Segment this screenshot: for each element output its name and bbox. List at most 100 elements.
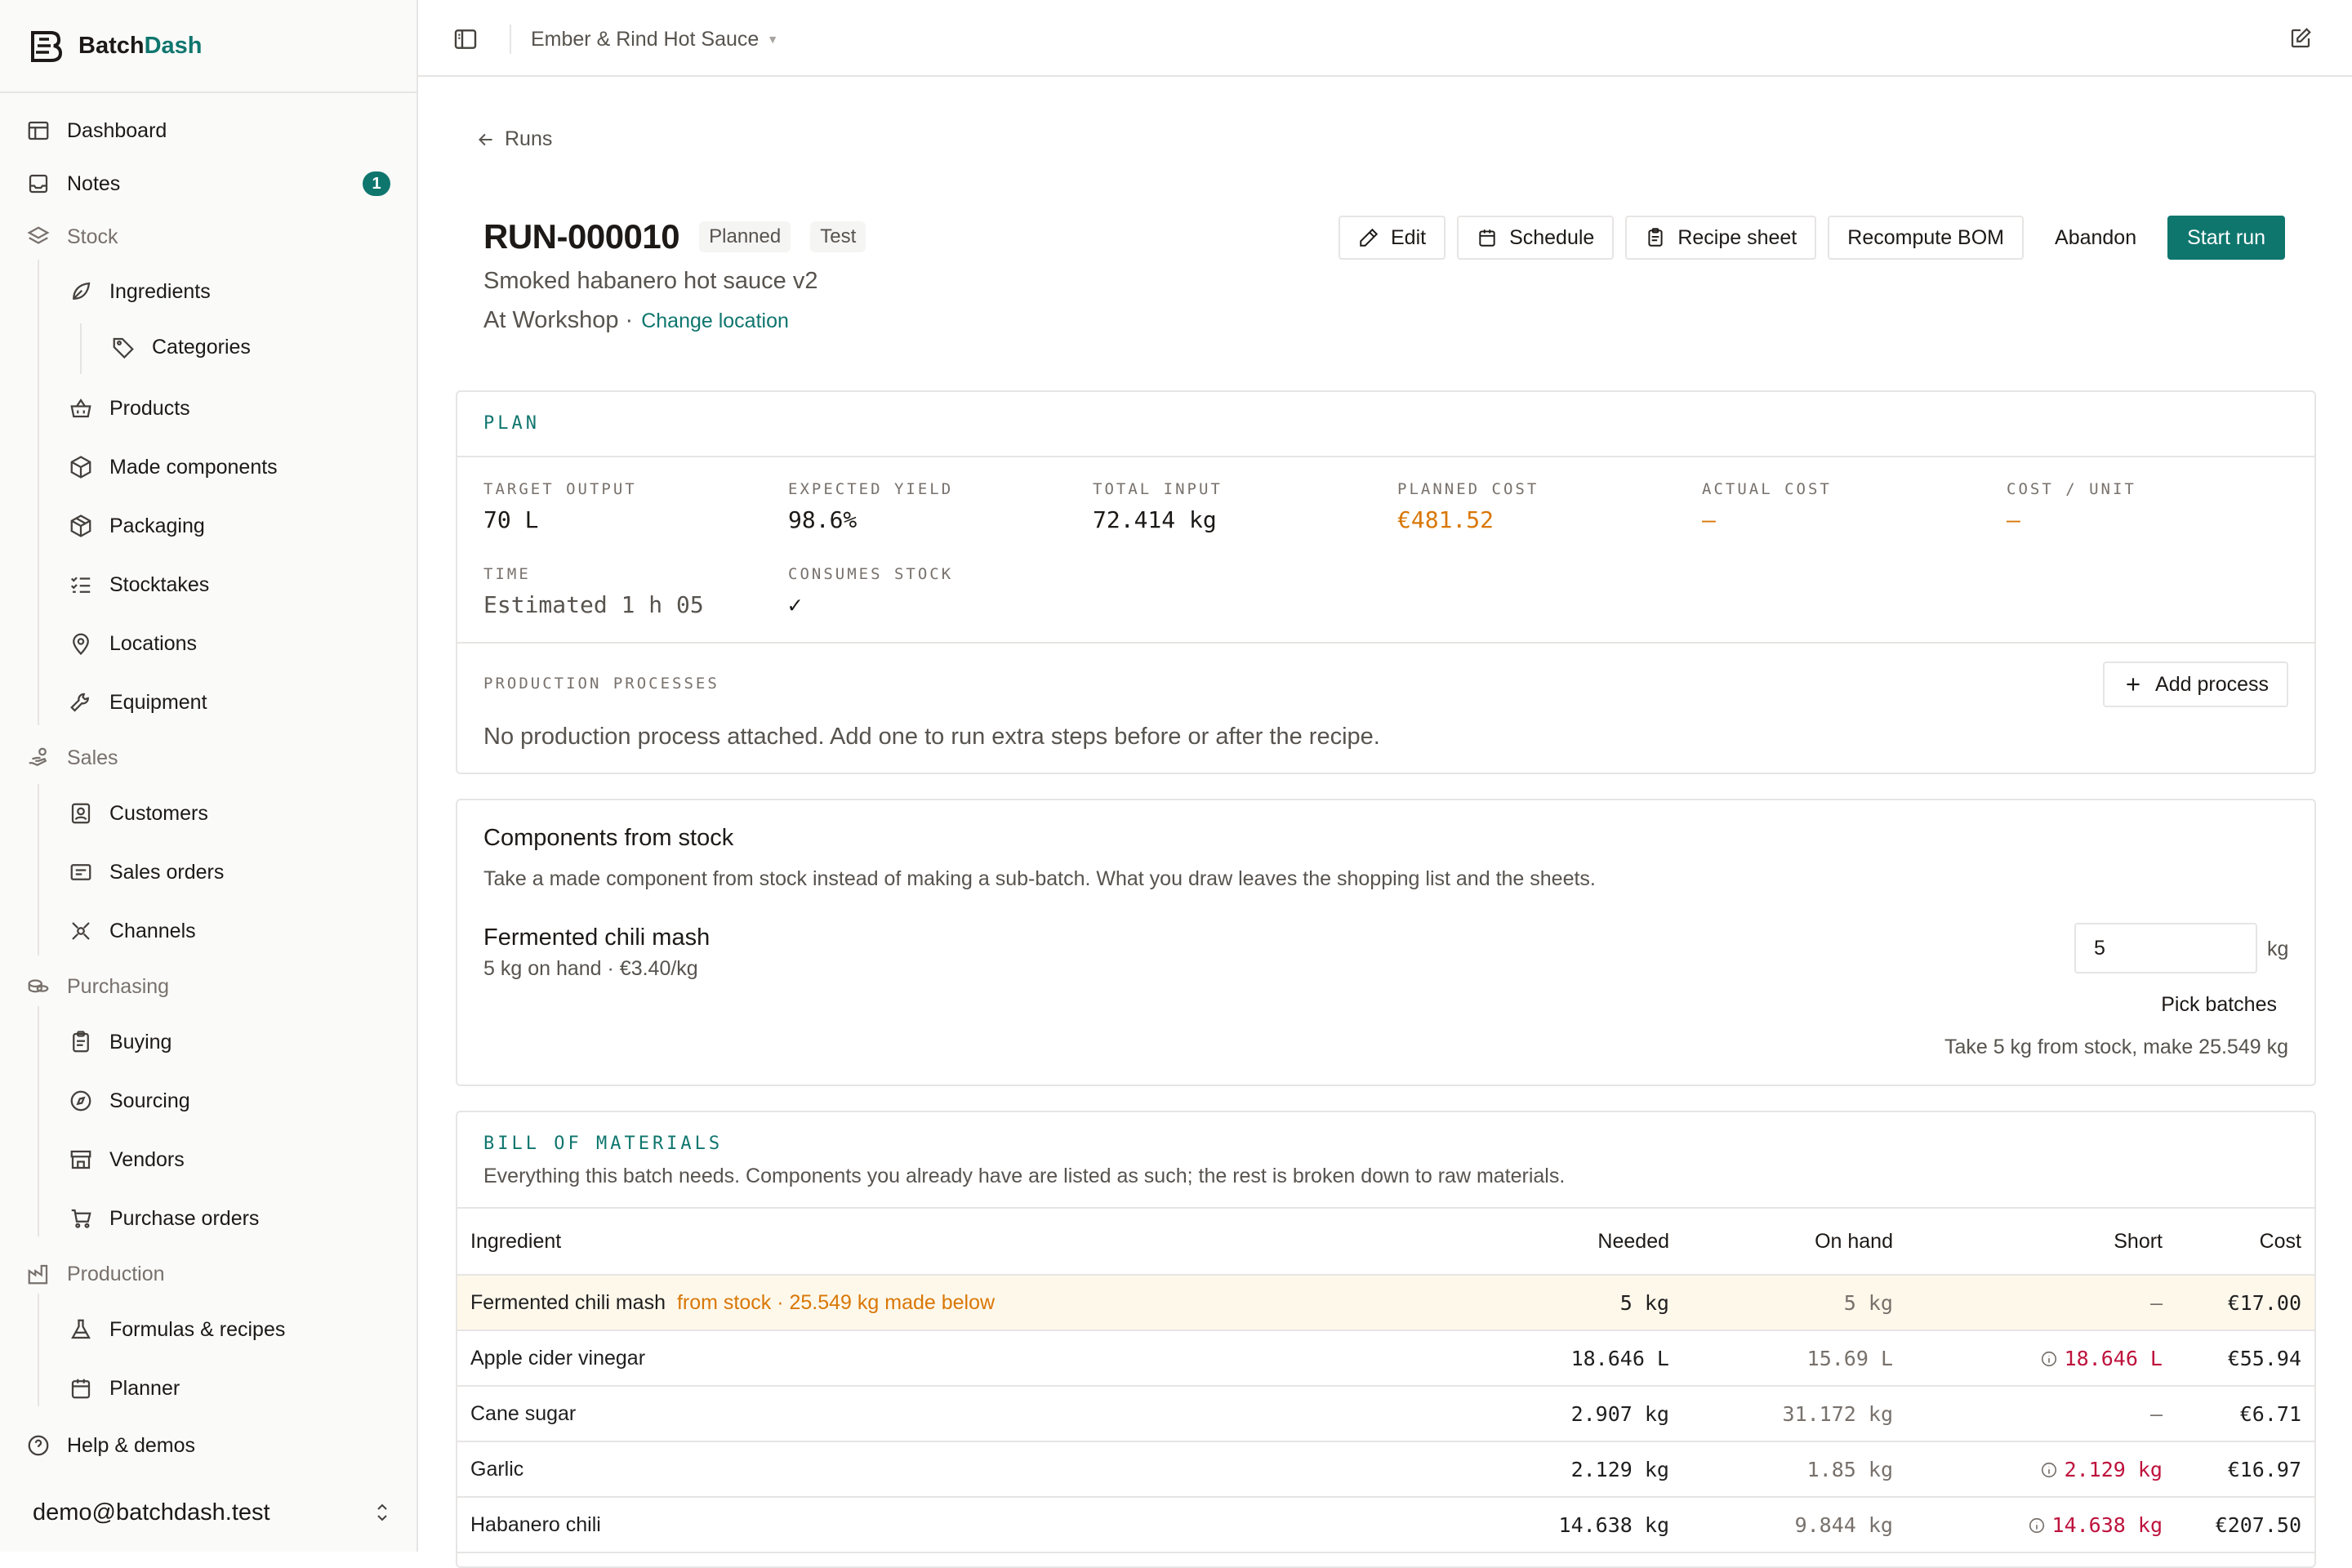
workspace-switcher[interactable]: Ember & Rind Hot Sauce ▼ bbox=[531, 24, 778, 54]
contact-icon bbox=[69, 801, 93, 826]
column-header-on-hand[interactable]: On hand bbox=[1682, 1207, 1906, 1276]
pick-batches-link[interactable]: Pick batches bbox=[2161, 993, 2277, 1017]
sidebar-item-label: Stocktakes bbox=[109, 572, 210, 596]
sidebar-group-production[interactable]: Production bbox=[26, 1256, 165, 1292]
components-description: Take a made component from stock instead… bbox=[483, 867, 1596, 890]
column-header-cost[interactable]: Cost bbox=[2176, 1207, 2314, 1276]
sidebar-group-label: Purchasing bbox=[67, 974, 170, 998]
sidebar-item-products[interactable]: Products bbox=[69, 390, 190, 426]
table-row[interactable]: Habanero chili 14.638 kg 9.844 kg 14.638… bbox=[457, 1497, 2314, 1553]
stat-value: 70 L bbox=[483, 506, 539, 533]
edit-label: Edit bbox=[1390, 225, 1427, 249]
sidebar-item-ingredients[interactable]: Ingredients bbox=[69, 274, 211, 310]
processes-label: PRODUCTION PROCESSES bbox=[483, 675, 719, 693]
sidebar-item-label: Buying bbox=[109, 1030, 172, 1054]
table-row[interactable]: Fermented chili mash from stock · 25.549 … bbox=[457, 1275, 2314, 1331]
stat-label: TARGET OUTPUT bbox=[483, 480, 637, 498]
short-cell: 14.638 kg bbox=[1906, 1497, 2176, 1553]
account-email: demo@batchdash.test bbox=[33, 1499, 270, 1526]
sidebar-item-label: Planner bbox=[109, 1376, 180, 1400]
topbar: Ember & Rind Hot Sauce ▼ bbox=[418, 0, 2352, 77]
plus-icon bbox=[2127, 678, 2140, 691]
sidebar-toggle-icon[interactable] bbox=[452, 26, 479, 52]
back-to-runs-link[interactable]: Runs bbox=[475, 127, 552, 151]
edit-button[interactable]: Edit bbox=[1338, 216, 1446, 260]
info-icon bbox=[2041, 1351, 2056, 1366]
layers-icon bbox=[26, 225, 51, 249]
on-hand-cell: 1.85 kg bbox=[1682, 1441, 1906, 1498]
stat-consumes-stock: CONSUMES STOCK ✓ bbox=[788, 565, 953, 618]
component-quantity-input[interactable] bbox=[2074, 923, 2257, 973]
table-row[interactable]: Garlic 2.129 kg 1.85 kg 2.129 kg €16.97 bbox=[457, 1441, 2314, 1498]
sidebar-item-buying[interactable]: Buying bbox=[69, 1024, 172, 1060]
sidebar-item-locations[interactable]: Locations bbox=[69, 626, 197, 662]
sidebar-item-planner[interactable]: Planner bbox=[69, 1370, 180, 1406]
sidebar-group-stock[interactable]: Stock bbox=[26, 219, 118, 255]
schedule-button[interactable]: Schedule bbox=[1457, 216, 1615, 260]
account-switcher[interactable]: demo@batchdash.test bbox=[33, 1494, 392, 1530]
sidebar-item-channels[interactable]: Channels bbox=[69, 913, 196, 949]
table-row[interactable]: Apple cider vinegar 18.646 L 15.69 L 18.… bbox=[457, 1330, 2314, 1387]
short-cell: 18.646 L bbox=[1906, 1330, 2176, 1387]
sidebar-group-label: Sales bbox=[67, 746, 118, 769]
stat-label: PLANNED COST bbox=[1397, 480, 1539, 498]
needed-cell: 5 kg bbox=[1437, 1275, 1682, 1331]
map-pin-icon bbox=[69, 631, 93, 656]
chevrons-up-down-icon bbox=[377, 1503, 387, 1521]
cost-cell: €17.00 bbox=[2176, 1275, 2314, 1331]
abandon-label: Abandon bbox=[2055, 225, 2137, 249]
start-run-label: Start run bbox=[2187, 225, 2265, 249]
column-header-short[interactable]: Short bbox=[1906, 1207, 2176, 1276]
back-label: Runs bbox=[505, 127, 553, 150]
sidebar-item-label: Sales orders bbox=[109, 860, 225, 884]
sidebar-item-label: Sourcing bbox=[109, 1089, 190, 1112]
schedule-label: Schedule bbox=[1509, 225, 1595, 249]
sidebar-item-equipment[interactable]: Equipment bbox=[69, 684, 207, 720]
recompute-bom-button[interactable]: Recompute BOM bbox=[1828, 216, 2025, 260]
sidebar-item-customers[interactable]: Customers bbox=[69, 795, 208, 831]
column-header-ingredient[interactable]: Ingredient bbox=[457, 1207, 1437, 1276]
component-summary: Take 5 kg from stock, make 25.549 kg bbox=[1944, 1036, 2288, 1058]
brand[interactable]: BatchDash bbox=[28, 28, 203, 64]
change-location-link[interactable]: Change location bbox=[641, 310, 789, 333]
sidebar-item-sales-orders[interactable]: Sales orders bbox=[69, 854, 224, 890]
sidebar-item-purchase-orders[interactable]: Purchase orders bbox=[69, 1200, 259, 1236]
compose-icon[interactable] bbox=[2288, 26, 2313, 51]
inbox-icon bbox=[26, 172, 51, 196]
sidebar-item-sourcing[interactable]: Sourcing bbox=[69, 1083, 190, 1119]
sidebar-item-notes[interactable]: Notes bbox=[26, 166, 120, 202]
stat-value: ✓ bbox=[788, 591, 802, 618]
sidebar-item-dashboard[interactable]: Dashboard bbox=[26, 113, 167, 149]
ingredient-name: Garlic bbox=[457, 1441, 1437, 1498]
add-process-button[interactable]: Add process bbox=[2103, 662, 2288, 707]
sidebar-item-stocktakes[interactable]: Stocktakes bbox=[69, 567, 209, 603]
column-header-needed[interactable]: Needed bbox=[1437, 1207, 1682, 1276]
sidebar-item-help[interactable]: Help & demos bbox=[26, 1428, 195, 1463]
abandon-button[interactable]: Abandon bbox=[2035, 216, 2157, 260]
sidebar-item-formulas-recipes[interactable]: Formulas & recipes bbox=[69, 1312, 285, 1348]
compass-icon bbox=[69, 1089, 93, 1113]
wrench-icon bbox=[69, 690, 93, 715]
calendar-icon bbox=[1479, 229, 1495, 247]
component-detail: 5 kg on hand · €3.40/kg bbox=[483, 957, 698, 980]
clipboard-icon bbox=[1648, 228, 1663, 247]
table-row[interactable]: Cane sugar 2.907 kg 31.172 kg — €6.71 bbox=[457, 1386, 2314, 1442]
type-badge: Test bbox=[810, 221, 866, 252]
pencil-icon bbox=[1360, 228, 1379, 247]
sidebar-item-vendors[interactable]: Vendors bbox=[69, 1142, 185, 1178]
short-value: 14.638 kg bbox=[2051, 1512, 2163, 1537]
start-run-button[interactable]: Start run bbox=[2167, 216, 2285, 260]
flask-icon bbox=[69, 1317, 93, 1342]
info-icon bbox=[2029, 1517, 2044, 1533]
leaf-icon bbox=[69, 279, 93, 304]
sidebar-group-sales[interactable]: Sales bbox=[26, 740, 118, 776]
recipe-sheet-button[interactable]: Recipe sheet bbox=[1625, 216, 1817, 260]
sidebar-group-purchasing[interactable]: Purchasing bbox=[26, 969, 169, 1004]
short-cell: — bbox=[1906, 1275, 2176, 1331]
sidebar-item-made-components[interactable]: Made components bbox=[69, 449, 278, 485]
ingredient-name: Habanero chili bbox=[457, 1497, 1437, 1553]
tree-line-stock bbox=[38, 260, 39, 725]
bom-description: Everything this batch needs. Components … bbox=[483, 1165, 1566, 1187]
sidebar-item-packaging[interactable]: Packaging bbox=[69, 508, 205, 544]
sidebar-item-categories[interactable]: Categories bbox=[111, 329, 251, 365]
